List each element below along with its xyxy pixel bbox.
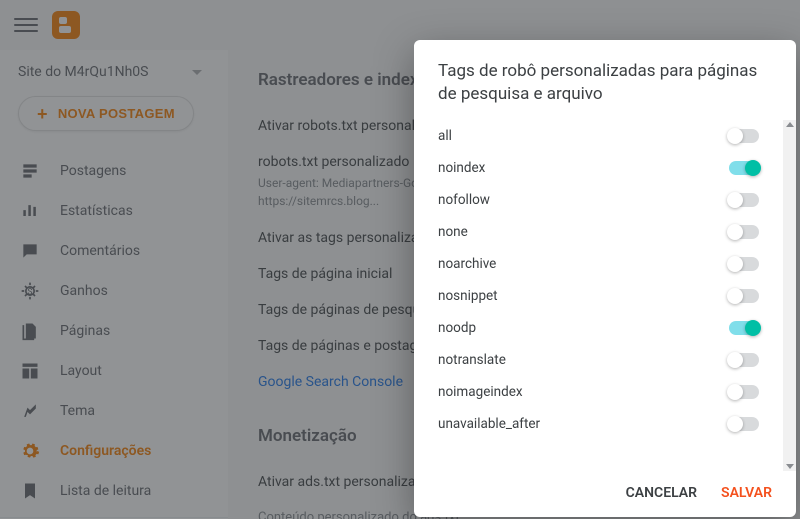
dialog-title: Tags de robô personalizadas para páginas… — [414, 40, 796, 120]
option-notranslate: notranslate — [438, 344, 759, 376]
option-none: none — [438, 216, 759, 248]
cancel-button[interactable]: CANCELAR — [626, 485, 697, 501]
save-button[interactable]: SALVAR — [721, 485, 772, 501]
toggle-noindex[interactable] — [729, 161, 759, 175]
dialog-body: all noindex nofollow none noarchive nosnippet… — [414, 120, 783, 471]
option-label: nosnippet — [438, 288, 498, 304]
option-unavailable_after: unavailable_after — [438, 408, 759, 440]
option-label: notranslate — [438, 352, 506, 368]
scrollbar[interactable] — [783, 120, 796, 471]
option-noindex: noindex — [438, 152, 759, 184]
option-noimageindex: noimageindex — [438, 376, 759, 408]
option-label: none — [438, 224, 468, 240]
toggle-all[interactable] — [729, 129, 759, 143]
option-label: nofollow — [438, 192, 490, 208]
option-noodp: noodp — [438, 312, 759, 344]
toggle-nosnippet[interactable] — [729, 289, 759, 303]
option-nosnippet: nosnippet — [438, 280, 759, 312]
modal-overlay: Tags de robô personalizadas para páginas… — [0, 0, 800, 519]
option-label: noodp — [438, 320, 476, 336]
toggle-noimageindex[interactable] — [729, 385, 759, 399]
option-all: all — [438, 120, 759, 152]
scroll-down-icon[interactable] — [786, 464, 794, 469]
robot-tags-dialog: Tags de robô personalizadas para páginas… — [414, 40, 796, 517]
option-label: all — [438, 128, 452, 144]
toggle-noarchive[interactable] — [729, 257, 759, 271]
toggle-notranslate[interactable] — [729, 353, 759, 367]
option-nofollow: nofollow — [438, 184, 759, 216]
option-label: unavailable_after — [438, 416, 540, 432]
toggle-noodp[interactable] — [729, 321, 759, 335]
option-label: noindex — [438, 160, 485, 176]
toggle-none[interactable] — [729, 225, 759, 239]
option-label: noimageindex — [438, 384, 523, 400]
toggle-nofollow[interactable] — [729, 193, 759, 207]
scroll-up-icon[interactable] — [786, 122, 794, 127]
option-label: noarchive — [438, 256, 496, 272]
option-noarchive: noarchive — [438, 248, 759, 280]
toggle-unavailable_after[interactable] — [729, 417, 759, 431]
